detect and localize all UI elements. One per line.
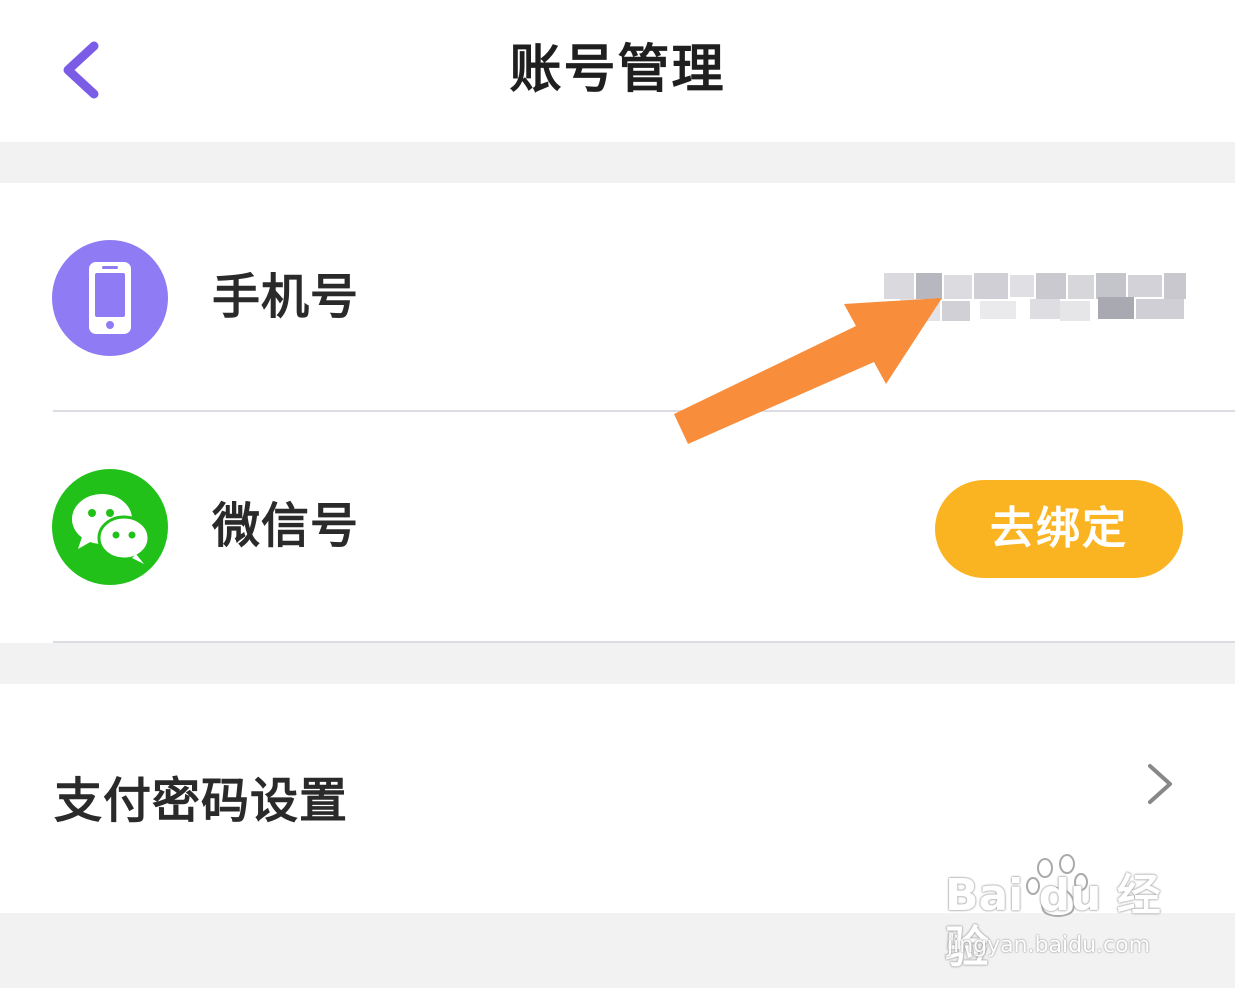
navigation-bar: 账号管理: [0, 0, 1235, 142]
mobile-phone-icon: [89, 262, 131, 334]
wechat-icon: [72, 494, 151, 564]
wechat-label: 微信号: [212, 498, 360, 554]
baidu-jingyan-watermark: Bai du 经验 jingyan.baidu.com: [945, 852, 1175, 973]
wechat-icon-badge: [52, 469, 168, 585]
phone-number-label: 手机号: [212, 269, 360, 325]
account-binding-card: 手机号 微信号 去绑定: [0, 183, 1235, 643]
chevron-right-icon: [1148, 764, 1172, 804]
annotation-arrow-icon: [674, 298, 942, 444]
payment-password-label: 支付密码设置: [54, 773, 349, 829]
row-divider: [53, 641, 1235, 643]
phone-icon-badge: [52, 240, 168, 356]
watermark-url: jingyan.baidu.com: [947, 933, 1151, 958]
wechat-row[interactable]: 微信号 去绑定: [0, 412, 1235, 643]
bind-wechat-button[interactable]: 去绑定: [935, 480, 1183, 578]
page-title: 账号管理: [509, 40, 726, 100]
phone-number-row[interactable]: 手机号: [0, 183, 1235, 412]
